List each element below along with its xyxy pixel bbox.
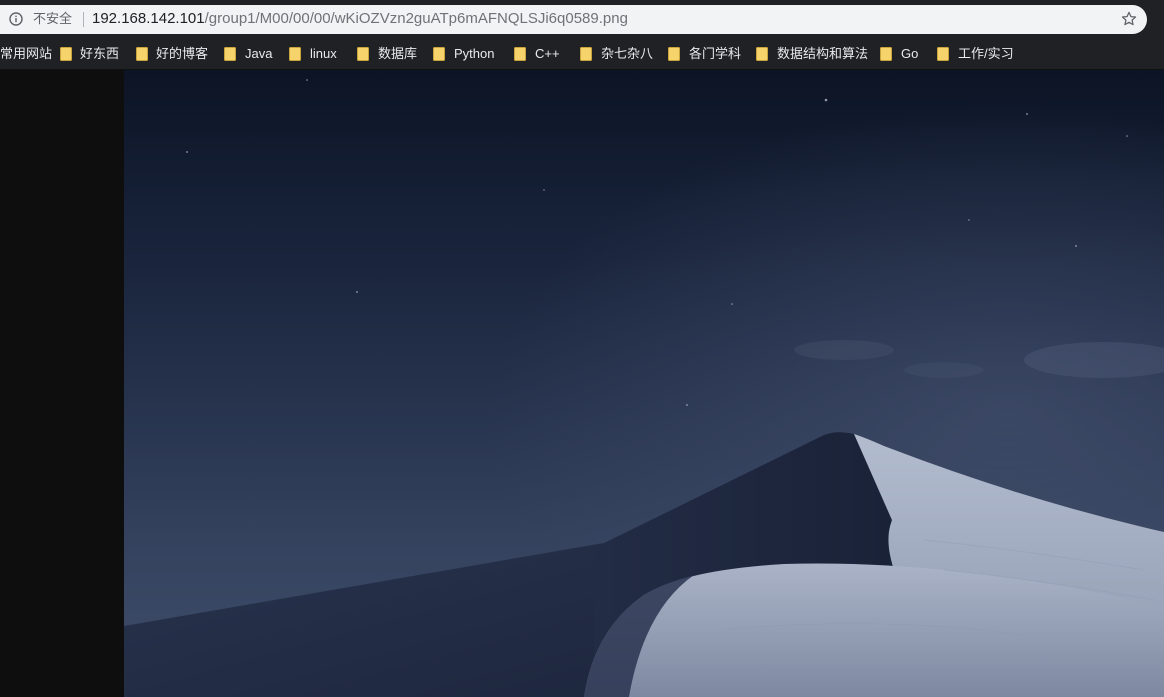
bookmark-label: C++ [535,46,560,61]
folder-icon [880,47,892,61]
page-content [0,70,1164,697]
folder-icon [514,47,526,61]
bookmark-label: 数据结构和算法 [777,46,869,61]
browser-window: 不安全 192.168.142.101/group1/M00/00/00/wKi… [0,0,1164,697]
address-divider [83,12,84,27]
folder-icon [580,47,592,61]
bookmark-label: 好东西 [80,46,120,61]
url-path: /group1/M00/00/00/wKiOZVzn2guATp6mAFNQLS… [204,10,628,27]
folder-icon [60,47,72,61]
desert-dunes-image [124,70,1164,697]
folder-icon [937,47,949,61]
url-text[interactable]: 192.168.142.101/group1/M00/00/00/wKiOZVz… [92,10,628,28]
info-icon[interactable] [9,12,23,26]
url-host: 192.168.142.101 [92,10,205,27]
bookmark-label: Java [245,46,273,61]
bookmark-label: 各门学科 [689,46,742,61]
bookmark-label: Go [901,46,919,61]
displayed-image[interactable] [124,70,1164,697]
bookmark-label: Python [454,46,495,61]
folder-icon [357,47,369,61]
bookmark-label: 工作/实习 [958,46,1014,61]
address-bar[interactable]: 不安全 192.168.142.101/group1/M00/00/00/wKi… [0,5,1147,34]
folder-icon [433,47,445,61]
bookmark-label: 数据库 [378,46,418,61]
folder-icon [136,47,148,61]
bookmarks-bar: 常用网站 好东西 好的博客 Java linux 数据库 Python C++ … [0,38,1164,70]
bookmark-label: 杂七杂八 [601,46,654,61]
bookmark-label: 好的博客 [156,46,209,61]
folder-icon [224,47,236,61]
bookmark-label: linux [310,46,337,61]
folder-icon [289,47,301,61]
folder-icon [756,47,768,61]
folder-icon [668,47,680,61]
bookmark-label: 常用网站 [0,46,53,61]
security-status-label[interactable]: 不安全 [33,11,72,28]
toolbar: 不安全 192.168.142.101/group1/M00/00/00/wKi… [0,0,1164,38]
bookmark-star-icon[interactable] [1120,10,1138,28]
